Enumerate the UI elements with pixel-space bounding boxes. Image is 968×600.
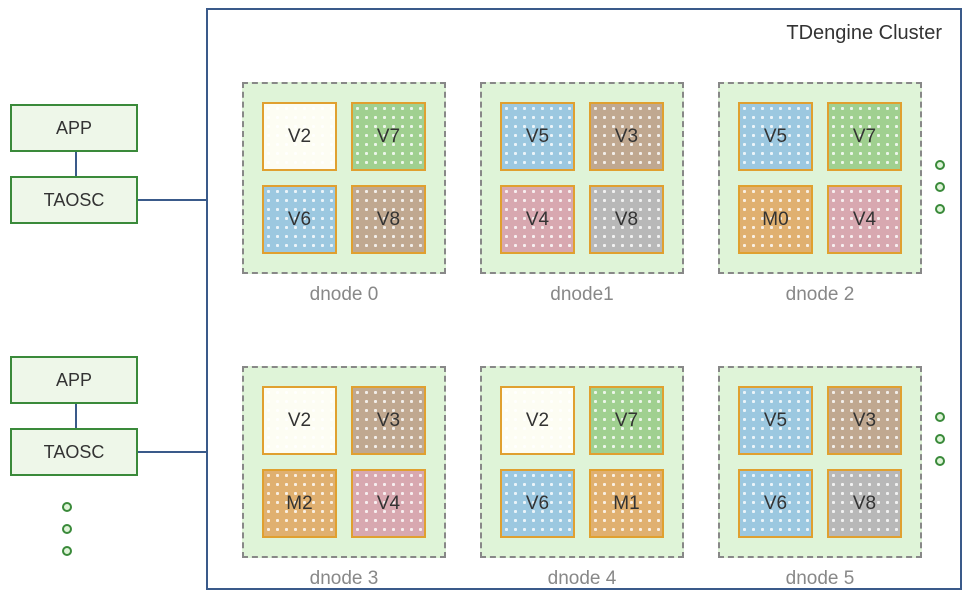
vnode-V4: V4: [351, 469, 426, 538]
vnode-V3: V3: [827, 386, 902, 455]
dnode-4: V2 V7 V6 M1 dnode 4: [480, 366, 684, 590]
vnode-label: V5: [526, 126, 549, 148]
cluster-container: TDengine Cluster V2 V7 V6 V8 dnode 0 V5 V3 V4 V8…: [206, 8, 962, 590]
vnode-label: V6: [764, 493, 787, 515]
vnode-label: V8: [853, 493, 876, 515]
vnode-label: V3: [377, 410, 400, 432]
dnode-0: V2 V7 V6 V8 dnode 0: [242, 82, 446, 306]
dnode-label: dnode 4: [480, 568, 684, 590]
vnode-M1: M1: [589, 469, 664, 538]
vnode-V3: V3: [589, 102, 664, 171]
vnode-V5: V5: [500, 102, 575, 171]
ellipsis-icon: [935, 412, 945, 466]
dnode-label: dnode 5: [718, 568, 922, 590]
vnode-label: V3: [853, 410, 876, 432]
vnode-M2: M2: [262, 469, 337, 538]
vnode-V4: V4: [500, 185, 575, 254]
vnode-label: V7: [615, 410, 638, 432]
vnode-V2: V2: [262, 102, 337, 171]
dnode-label: dnode 3: [242, 568, 446, 590]
vnode-label: V5: [764, 410, 787, 432]
vnode-V7: V7: [351, 102, 426, 171]
vnode-label: V4: [377, 493, 400, 515]
dnode-label: dnode 2: [718, 284, 922, 306]
dnode-5: V5 V3 V6 V8 dnode 5: [718, 366, 922, 590]
taosc-box: TAOSC: [10, 428, 138, 476]
dnode-label: dnode1: [480, 284, 684, 306]
dnode-1: V5 V3 V4 V8 dnode1: [480, 82, 684, 306]
dnode-box: V2 V3 M2 V4: [242, 366, 446, 558]
dnode-box: V2 V7 V6 V8: [242, 82, 446, 274]
vnode-V6: V6: [500, 469, 575, 538]
client-cluster-connector-1: [138, 451, 206, 453]
vnode-V8: V8: [589, 185, 664, 254]
ellipsis-icon: [62, 502, 72, 556]
vnode-label: V7: [377, 126, 400, 148]
vnode-label: V8: [615, 209, 638, 231]
vnode-V7: V7: [827, 102, 902, 171]
vnode-label: V7: [853, 126, 876, 148]
dnode-box: V5 V7 M0 V4: [718, 82, 922, 274]
vnode-label: M0: [762, 209, 788, 231]
dnode-3: V2 V3 M2 V4 dnode 3: [242, 366, 446, 590]
vnode-label: V2: [288, 410, 311, 432]
cluster-title: TDengine Cluster: [786, 22, 942, 45]
client-stack-0: APP TAOSC: [10, 104, 140, 224]
vnode-V8: V8: [351, 185, 426, 254]
vnode-V8: V8: [827, 469, 902, 538]
vnode-V4: V4: [827, 185, 902, 254]
vnode-label: V4: [853, 209, 876, 231]
vnode-label: M1: [613, 493, 639, 515]
vnode-label: V6: [288, 209, 311, 231]
vnode-label: V2: [288, 126, 311, 148]
client-cluster-connector-0: [138, 199, 206, 201]
vnode-V6: V6: [738, 469, 813, 538]
vnode-M0: M0: [738, 185, 813, 254]
client-connector-vertical: [10, 152, 140, 176]
app-box: APP: [10, 104, 138, 152]
dnodes-grid: V2 V7 V6 V8 dnode 0 V5 V3 V4 V8 dnode1 V5 V7 M0 V4 dno…: [242, 82, 922, 590]
vnode-label: V8: [377, 209, 400, 231]
vnode-label: M2: [286, 493, 312, 515]
vnode-label: V4: [526, 209, 549, 231]
dnode-box: V5 V3 V6 V8: [718, 366, 922, 558]
vnode-V3: V3: [351, 386, 426, 455]
vnode-label: V2: [526, 410, 549, 432]
vnode-V5: V5: [738, 102, 813, 171]
vnode-label: V6: [526, 493, 549, 515]
dnode-box: V5 V3 V4 V8: [480, 82, 684, 274]
vnode-V7: V7: [589, 386, 664, 455]
vnode-V5: V5: [738, 386, 813, 455]
ellipsis-icon: [935, 160, 945, 214]
dnode-2: V5 V7 M0 V4 dnode 2: [718, 82, 922, 306]
vnode-V2: V2: [262, 386, 337, 455]
dnode-label: dnode 0: [242, 284, 446, 306]
client-connector-vertical: [10, 404, 140, 428]
app-box: APP: [10, 356, 138, 404]
client-stack-1: APP TAOSC: [10, 356, 140, 476]
vnode-V2: V2: [500, 386, 575, 455]
taosc-box: TAOSC: [10, 176, 138, 224]
vnode-label: V3: [615, 126, 638, 148]
vnode-V6: V6: [262, 185, 337, 254]
dnode-box: V2 V7 V6 M1: [480, 366, 684, 558]
vnode-label: V5: [764, 126, 787, 148]
